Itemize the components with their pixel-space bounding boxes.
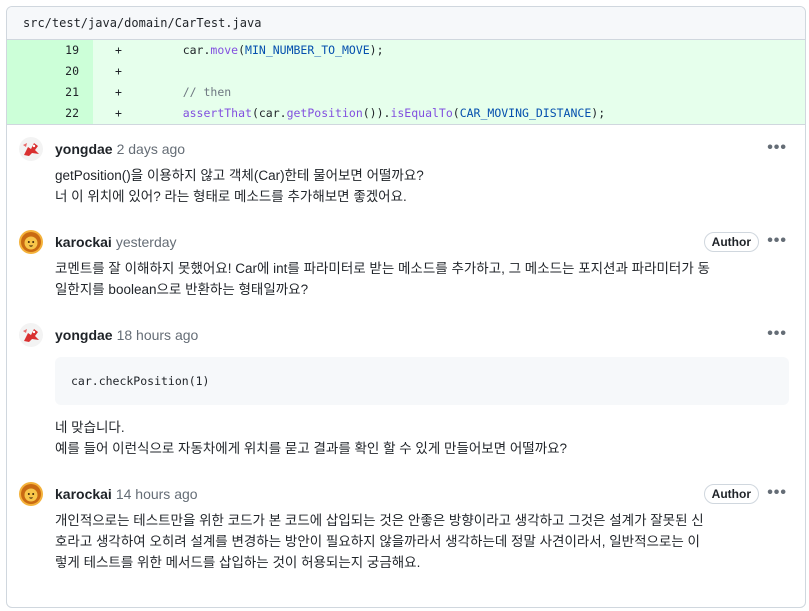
code-token: isEqualTo: [390, 106, 453, 120]
added-sign: +: [115, 106, 122, 120]
comment-line: 일한지를 boolean으로 반환하는 형태일까요?: [55, 282, 309, 297]
author-name[interactable]: yongdae: [55, 141, 113, 157]
avatar[interactable]: [19, 323, 43, 347]
code-token: MIN_NUMBER_TO_MOVE: [245, 43, 370, 57]
author-badge: Author: [703, 232, 759, 252]
comment-line: getPosition()을 이용하지 않고 객체(Car)한테 물어보면 어떨…: [55, 168, 424, 183]
line-number[interactable]: 21: [7, 82, 93, 103]
comment-header: karockai 14 hours ago: [55, 482, 789, 506]
line-code: + assertThat(car.getPosition()).isEqualT…: [93, 103, 805, 124]
more-options-icon[interactable]: •••: [767, 325, 787, 343]
code-token: CAR_MOVING_DISTANCE: [459, 106, 592, 120]
comment-line: 너 이 위치에 있어? 라는 형태로 메소드를 추가해보면 좋겠어요.: [55, 189, 407, 204]
comment-line: 네 맞습니다.: [55, 420, 125, 435]
code-token: );: [591, 106, 606, 120]
code-token: );: [369, 43, 384, 57]
comment: yongdae 18 hours ago ••• car.checkPosition(…: [7, 323, 805, 459]
author-badge: Author: [703, 484, 759, 504]
author-name[interactable]: karockai: [55, 234, 112, 250]
code-token: (: [452, 106, 460, 120]
line-code: + // then: [93, 82, 805, 103]
comment-time[interactable]: 18 hours ago: [117, 327, 199, 343]
code-token: // then: [182, 85, 232, 99]
comment-body: getPosition()을 이용하지 않고 객체(Car)한테 물어보면 어떨…: [55, 165, 789, 207]
code-token: getPosition: [286, 106, 363, 120]
comment-line: 예를 들어 이런식으로 자동차에게 위치를 묻고 결과를 확인 할 수 있게 만…: [55, 441, 568, 456]
comment-body: 개인적으로는 테스트만을 위한 코드가 본 코드에 삽입되는 것은 안좋은 방향…: [55, 510, 789, 573]
comment-header: yongdae 2 days ago: [55, 137, 789, 161]
code-token: move: [210, 43, 239, 57]
more-options-icon[interactable]: •••: [767, 232, 787, 250]
added-sign: +: [115, 43, 122, 57]
review-thread: src/test/java/domain/CarTest.java 19 + ca…: [6, 6, 806, 608]
author-name[interactable]: karockai: [55, 486, 112, 502]
comment: yongdae 2 days ago ••• getPosition()을 이용하지 …: [7, 137, 805, 207]
avatar[interactable]: [19, 137, 43, 161]
comment: karockai 14 hours ago Author ••• 개인적으로는 테스트만…: [7, 482, 805, 573]
code-token: (car.: [251, 106, 287, 120]
comment-body: 네 맞습니다. 예를 들어 이런식으로 자동차에게 위치를 묻고 결과를 확인 할…: [55, 417, 789, 459]
comment-header: yongdae 18 hours ago: [55, 323, 789, 347]
comment-line: 개인적으로는 테스트만을 위한 코드가 본 코드에 삽입되는 것은 안좋은 방향…: [55, 513, 704, 528]
code-token: (: [238, 43, 246, 57]
comment-time[interactable]: 14 hours ago: [116, 486, 198, 502]
code-token: car.: [182, 43, 211, 57]
comment-line: 코멘트를 잘 이해하지 못했어요! Car에 int를 파라미터로 받는 메소드…: [55, 261, 710, 276]
line-number[interactable]: 20: [7, 61, 93, 82]
diff-line: 19 + car.move(MIN_NUMBER_TO_MOVE);: [7, 40, 805, 61]
code-snippet: car.checkPosition(1): [55, 357, 789, 405]
comment-line: 렇게 테스트를 위한 메서드를 삽입하는 것이 허용되는지 궁금해요.: [55, 555, 421, 570]
comment-line: 호라고 생각하여 오히려 설계를 변경하는 방안이 필요하지 않을까라서 생각하…: [55, 534, 700, 549]
diff-line: 21 + // then: [7, 82, 805, 103]
comment-body: 코멘트를 잘 이해하지 못했어요! Car에 int를 파라미터로 받는 메소드…: [55, 258, 789, 300]
line-number[interactable]: 22: [7, 103, 93, 124]
comment-time[interactable]: 2 days ago: [117, 141, 186, 157]
diff-line: 22 + assertThat(car.getPosition()).isEqua…: [7, 103, 805, 124]
comment: karockai yesterday Author ••• 코멘트를 잘 이해하지 못했…: [7, 230, 805, 300]
author-name[interactable]: yongdae: [55, 327, 113, 343]
line-code: + car.move(MIN_NUMBER_TO_MOVE);: [93, 40, 805, 61]
file-path[interactable]: src/test/java/domain/CarTest.java: [23, 16, 261, 30]
code-token: assertThat: [182, 106, 252, 120]
added-sign: +: [115, 85, 122, 99]
added-sign: +: [115, 64, 122, 78]
diff-hunk: 19 + car.move(MIN_NUMBER_TO_MOVE); 20 +21 + …: [7, 40, 805, 125]
more-options-icon[interactable]: •••: [767, 484, 787, 502]
file-path-header[interactable]: src/test/java/domain/CarTest.java: [7, 7, 805, 40]
more-options-icon[interactable]: •••: [767, 139, 787, 157]
avatar[interactable]: [19, 482, 43, 506]
line-code: +: [93, 61, 805, 82]
diff-line: 20 +: [7, 61, 805, 82]
comment-time[interactable]: yesterday: [116, 234, 177, 250]
line-number[interactable]: 19: [7, 40, 93, 61]
comment-header: karockai yesterday: [55, 230, 789, 254]
code-token: ()).: [362, 106, 391, 120]
avatar[interactable]: [19, 230, 43, 254]
